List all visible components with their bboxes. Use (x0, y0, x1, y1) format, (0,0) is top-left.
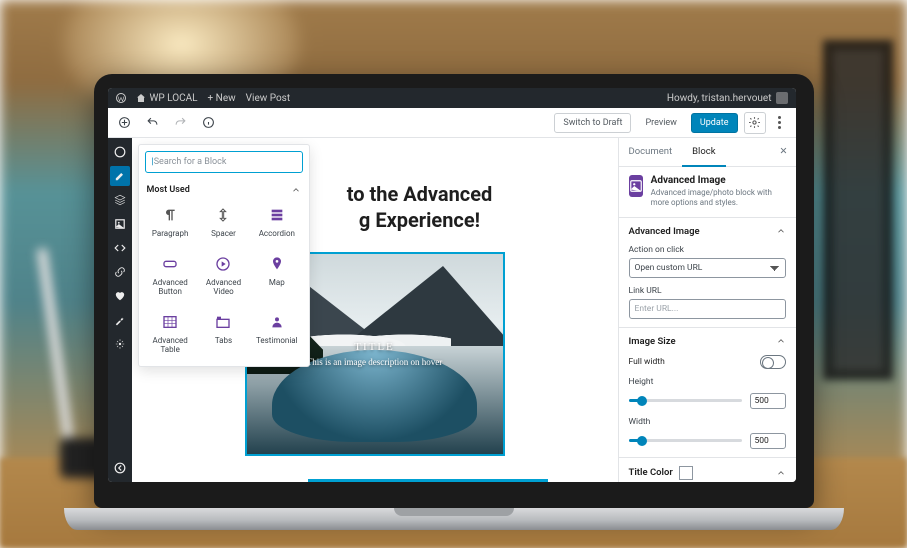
rail-heart-icon[interactable] (110, 286, 130, 306)
rail-layers-icon[interactable] (110, 190, 130, 210)
block-option-paragraph[interactable]: Paragraph (145, 199, 196, 244)
block-group-header[interactable]: Most Used (145, 181, 303, 199)
image-overlay-title: TITLE (354, 341, 395, 353)
tab-block[interactable]: Block (682, 138, 725, 167)
advanced-image-icon (629, 175, 643, 197)
new-content-link[interactable]: + New (208, 93, 236, 104)
block-inserter-popover: |Search for a Block Most Used ParagraphS… (138, 144, 310, 367)
width-slider[interactable] (629, 439, 742, 442)
block-option-testimonial[interactable]: Testimonial (251, 306, 302, 360)
rail-image-icon[interactable] (110, 214, 130, 234)
block-option-button[interactable]: Advanced Button (145, 248, 196, 302)
switch-to-draft-button[interactable]: Switch to Draft (554, 113, 631, 133)
tabs-icon (213, 312, 233, 332)
action-on-click-label: Action on click (629, 245, 786, 255)
map-icon (267, 254, 287, 274)
link-url-input[interactable] (629, 299, 786, 319)
avatar (776, 92, 788, 104)
rail-code-icon[interactable] (110, 238, 130, 258)
table-icon (160, 312, 180, 332)
settings-sidebar: Document Block ✕ Advanced ImageAdvanced … (618, 138, 796, 482)
block-search-input[interactable]: |Search for a Block (145, 151, 303, 173)
width-value-input[interactable]: 500 (750, 433, 786, 449)
wp-logo-icon[interactable] (116, 93, 126, 103)
panel-title-color[interactable]: Title Color (629, 466, 786, 480)
full-width-label: Full width (629, 357, 665, 367)
height-value-input[interactable]: 500 (750, 393, 786, 409)
action-on-click-select[interactable]: Open custom URL (629, 258, 786, 278)
settings-gear-button[interactable] (744, 112, 766, 134)
width-label: Width (629, 417, 786, 427)
editor-canvas[interactable]: to the Advancedg Experience! TITLE This … (132, 138, 618, 482)
more-menu-button[interactable] (772, 116, 788, 129)
panel-image-size[interactable]: Image Size (629, 336, 786, 347)
update-button[interactable]: Update (691, 113, 738, 133)
rail-settings-icon[interactable] (110, 334, 130, 354)
block-option-spacer[interactable]: Spacer (198, 199, 249, 244)
undo-button[interactable] (144, 114, 162, 132)
rail-link-icon[interactable] (110, 262, 130, 282)
block-option-video[interactable]: Advanced Video (198, 248, 249, 302)
editor-toolbar: Switch to Draft Preview Update (108, 108, 796, 138)
block-appender[interactable] (308, 479, 548, 482)
height-label: Height (629, 377, 786, 387)
block-option-tabs[interactable]: Tabs (198, 306, 249, 360)
chevron-up-icon (776, 468, 786, 478)
rail-collapse-icon[interactable] (110, 458, 130, 478)
plugin-rail (108, 138, 132, 482)
spacer-icon (213, 205, 233, 225)
button-icon (160, 254, 180, 274)
block-option-accordion[interactable]: Accordion (251, 199, 302, 244)
redo-button[interactable] (172, 114, 190, 132)
add-block-button[interactable] (116, 114, 134, 132)
block-option-table[interactable]: Advanced Table (145, 306, 196, 360)
rail-edit-icon[interactable] (110, 166, 130, 186)
accordion-icon (267, 205, 287, 225)
current-color-chip (679, 466, 693, 480)
close-sidebar-button[interactable]: ✕ (772, 138, 796, 166)
block-option-map[interactable]: Map (251, 248, 302, 302)
post-title[interactable]: to the Advancedg Experience! (347, 182, 493, 234)
panel-advanced-image[interactable]: Advanced Image (629, 226, 786, 237)
testimonial-icon (267, 312, 287, 332)
video-icon (213, 254, 233, 274)
height-slider[interactable] (629, 399, 742, 402)
chevron-up-icon (776, 226, 786, 236)
view-post-link[interactable]: View Post (246, 93, 290, 104)
paragraph-icon (160, 205, 180, 225)
preview-button[interactable]: Preview (637, 114, 684, 132)
chevron-up-icon (291, 185, 301, 195)
wp-admin-bar: WP LOCAL + New View Post Howdy, tristan.… (108, 88, 796, 108)
chevron-up-icon (776, 336, 786, 346)
tab-document[interactable]: Document (619, 138, 683, 166)
info-button[interactable] (200, 114, 218, 132)
rail-wrench-icon[interactable] (110, 310, 130, 330)
full-width-toggle[interactable] (760, 355, 786, 369)
howdy-user[interactable]: Howdy, tristan.hervouet (667, 92, 788, 104)
site-link[interactable]: WP LOCAL (136, 93, 198, 104)
link-url-label: Link URL (629, 286, 786, 296)
rail-dashboard-icon[interactable] (110, 142, 130, 162)
block-card: Advanced ImageAdvanced image/photo block… (629, 175, 786, 209)
image-overlay-desc: This is an image description on hover (307, 357, 442, 367)
